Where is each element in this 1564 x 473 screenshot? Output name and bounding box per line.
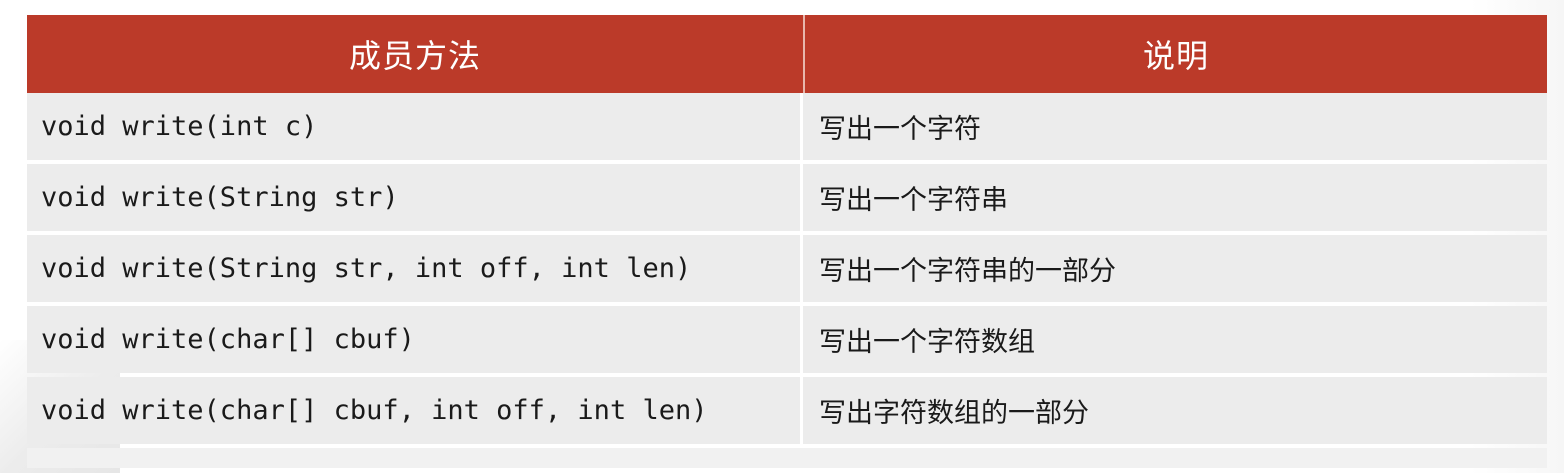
description-cell: 写出一个字符数组 [803, 306, 1547, 373]
table-header-row: 成员方法 说明 [27, 15, 1547, 93]
description-cell: 写出一个字符串的一部分 [803, 235, 1547, 302]
table-bottom-edge [27, 448, 1547, 468]
table-row: void write(String str) 写出一个字符串 [27, 164, 1547, 231]
header-member-methods: 成员方法 [27, 15, 805, 93]
methods-table: 成员方法 说明 void write(int c) 写出一个字符 void wr… [27, 15, 1547, 468]
method-cell: void write(char[] cbuf) [27, 306, 803, 373]
header-description: 说明 [1142, 37, 1209, 75]
method-cell: void write(char[] cbuf, int off, int len… [27, 377, 803, 444]
description-cell: 写出一个字符串 [803, 164, 1547, 231]
table-row: void write(String str, int off, int len)… [27, 235, 1547, 302]
method-cell: void write(int c) [27, 93, 803, 160]
table-row: void write(char[] cbuf, int off, int len… [27, 377, 1547, 444]
table-row: void write(char[] cbuf) 写出一个字符数组 [27, 306, 1547, 373]
method-cell: void write(String str, int off, int len) [27, 235, 803, 302]
table-body: void write(int c) 写出一个字符 void write(Stri… [27, 93, 1547, 468]
description-cell: 写出一个字符 [803, 93, 1547, 160]
table-row: void write(int c) 写出一个字符 [27, 93, 1547, 160]
method-cell: void write(String str) [27, 164, 803, 231]
description-cell: 写出字符数组的一部分 [803, 377, 1547, 444]
